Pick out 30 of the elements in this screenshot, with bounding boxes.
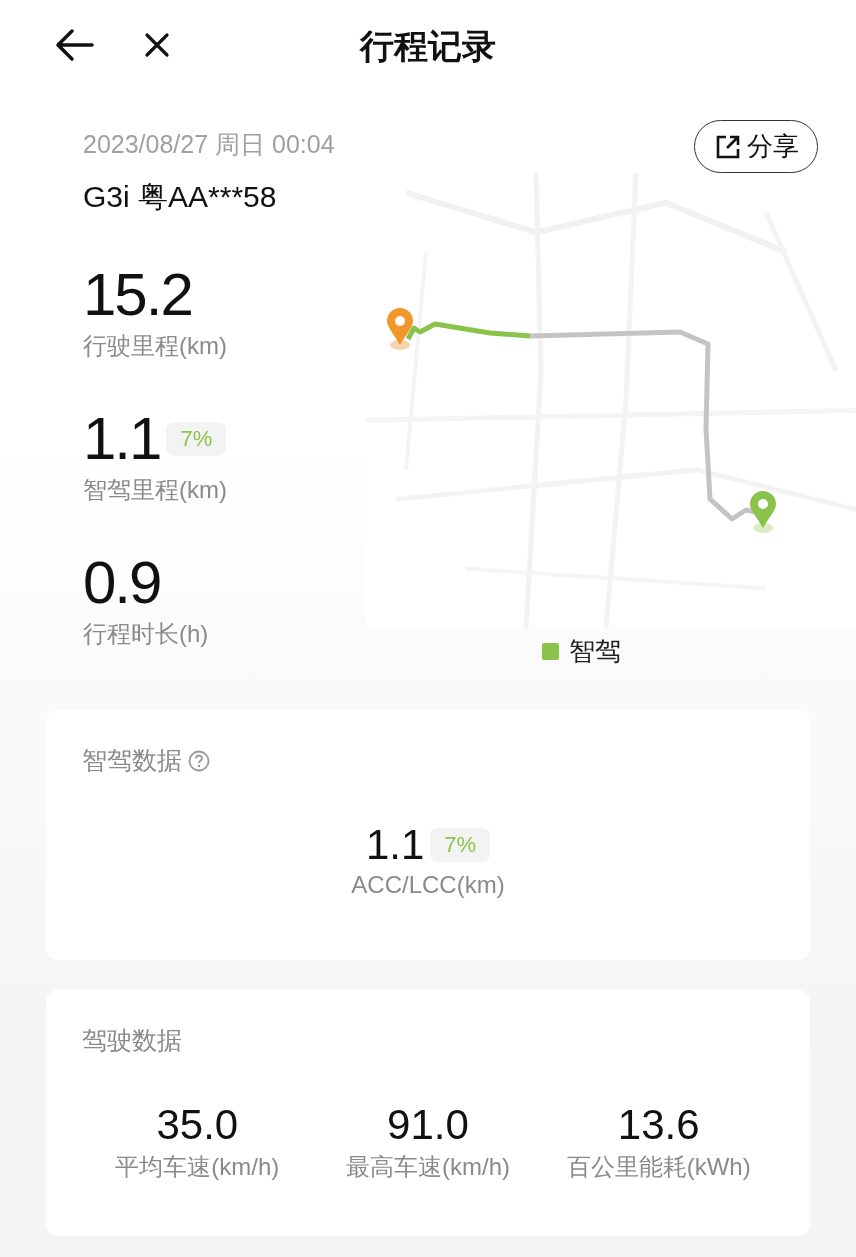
help-icon[interactable] (188, 749, 210, 772)
close-icon[interactable] (144, 32, 170, 58)
percent-badge: 7% (430, 828, 491, 862)
card-title: 驾驶数据 (82, 1025, 182, 1056)
percent-badge: 7% (166, 422, 227, 456)
stat-label: 智驾里程(km) (83, 475, 228, 505)
vehicle-name: G3i 粤AA***58 (83, 179, 278, 215)
page-title: 行程记录 (358, 26, 497, 67)
pin-icon (385, 307, 415, 351)
card-title: 智驾数据 (82, 745, 182, 776)
metric-value: 13.6 (617, 1101, 700, 1149)
share-icon (715, 133, 741, 160)
legend-swatch (542, 643, 559, 660)
metric-value: 91.0 (387, 1101, 469, 1149)
back-icon[interactable] (54, 28, 94, 62)
trip-datetime: 2023/08/27 周日 00:04 (83, 129, 336, 160)
stat-value: 15.2 (83, 262, 192, 328)
stat-label: 行程时长(h) (83, 619, 210, 649)
stat-label: 行驶里程(km) (83, 331, 228, 361)
share-button[interactable]: 分享 (694, 120, 818, 173)
stat-value: 1.1 (365, 821, 425, 869)
metric-label: 最高车速(km/h) (346, 1152, 510, 1182)
pin-icon (748, 490, 778, 534)
metric-value: 35.0 (156, 1101, 239, 1149)
legend-label: 智驾 (569, 635, 621, 668)
stat-label: ACC/LCC(km) (351, 871, 505, 899)
stat-value: 0.9 (83, 550, 161, 616)
metric-label: 百公里能耗(kWh) (566, 1152, 751, 1182)
stat-value: 1.1 (83, 406, 161, 472)
metric-label: 平均车速(km/h) (115, 1152, 280, 1182)
